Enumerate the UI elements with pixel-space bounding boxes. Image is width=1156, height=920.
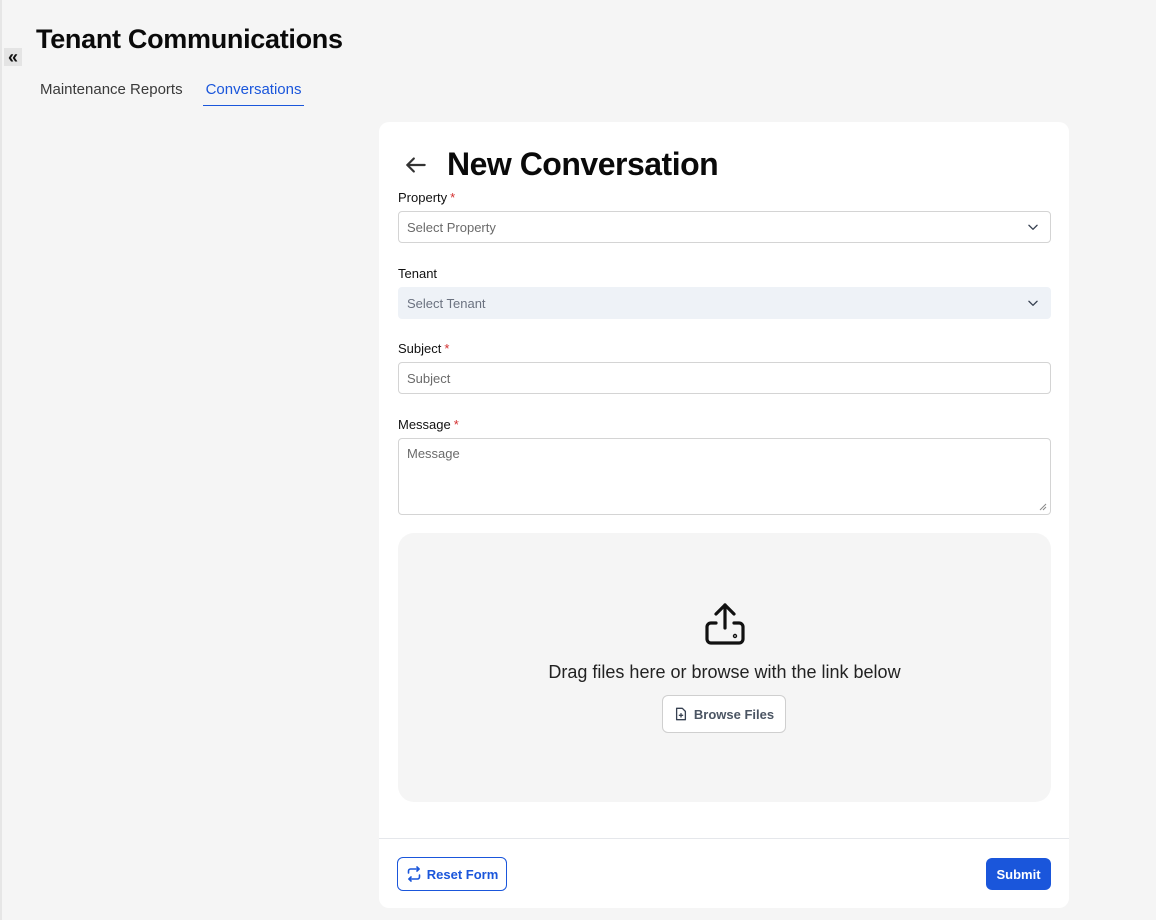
tenant-select[interactable]: Select Tenant: [398, 287, 1051, 319]
subject-label: Subject *: [398, 341, 449, 356]
subject-placeholder: Subject: [407, 370, 451, 386]
required-marker: *: [444, 341, 450, 356]
reset-form-button[interactable]: Reset Form: [397, 857, 507, 891]
refresh-icon: [407, 866, 421, 882]
message-textarea[interactable]: Message: [398, 438, 1051, 515]
tenant-label-text: Tenant: [398, 266, 438, 281]
required-marker: *: [453, 417, 459, 432]
property-select-placeholder: Select Property: [407, 219, 496, 235]
app-root: « Tenant Communications Maintenance Repo…: [0, 0, 1156, 920]
submit-button[interactable]: Submit: [986, 858, 1051, 890]
property-select[interactable]: Select Property: [398, 211, 1051, 243]
property-label-text: Property: [398, 190, 448, 205]
chevron-down-icon: [1028, 300, 1038, 306]
required-marker: *: [450, 190, 456, 205]
message-label: Message *: [398, 417, 459, 432]
browse-files-button[interactable]: Browse Files: [662, 695, 786, 733]
subject-input[interactable]: Subject: [398, 362, 1051, 394]
tenant-select-placeholder: Select Tenant: [407, 295, 486, 311]
resize-handle-icon[interactable]: [1039, 503, 1047, 511]
form-title: New Conversation: [447, 146, 719, 182]
dropzone-text: Drag files here or browse with the link …: [548, 662, 901, 682]
browse-files-label: Browse Files: [693, 706, 775, 722]
tab-maintenance-reports[interactable]: Maintenance Reports: [38, 78, 185, 106]
footer-divider: [379, 838, 1069, 839]
tenant-label: Tenant: [398, 266, 437, 281]
chevron-down-icon: [1028, 224, 1038, 230]
subject-label-text: Subject: [398, 341, 442, 356]
collapse-sidebar-icon[interactable]: «: [4, 47, 22, 67]
message-placeholder: Message: [407, 446, 460, 461]
tabs: Maintenance Reports Conversations: [38, 78, 322, 106]
upload-icon: [705, 603, 745, 645]
new-conversation-card: New Conversation Property * Select Proper…: [379, 122, 1069, 908]
arrow-left-icon[interactable]: [403, 152, 429, 178]
page-title: Tenant Communications: [36, 24, 343, 54]
card-header: New Conversation: [403, 146, 719, 183]
reset-form-label: Reset Form: [426, 866, 499, 882]
property-label: Property *: [398, 190, 455, 205]
tab-conversations[interactable]: Conversations: [202, 78, 305, 106]
message-label-text: Message: [398, 417, 451, 432]
file-plus-icon: [675, 707, 686, 721]
file-dropzone[interactable]: Drag files here or browse with the link …: [398, 533, 1051, 802]
